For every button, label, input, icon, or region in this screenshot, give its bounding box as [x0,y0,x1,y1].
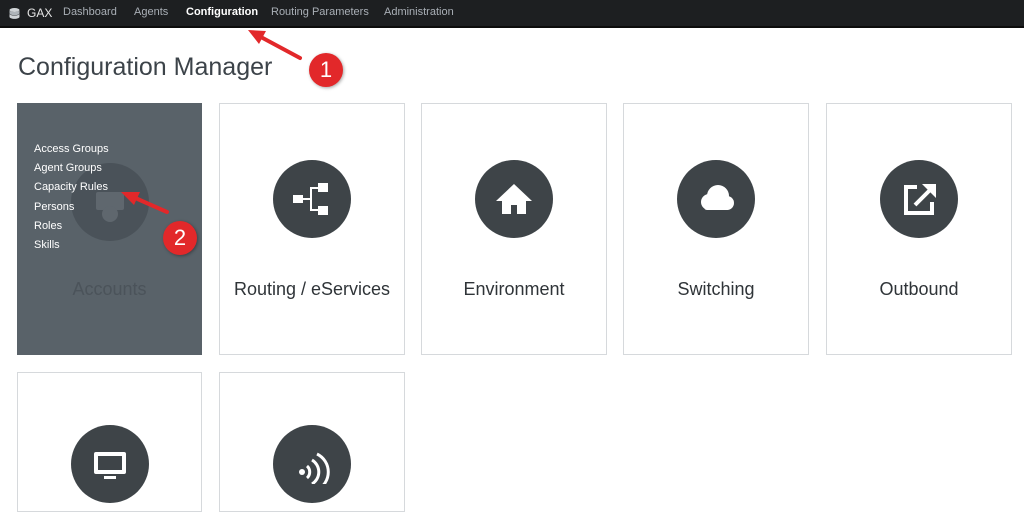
callout-badge-1: 1 [309,53,343,87]
annotation-arrows [121,30,302,214]
callout-badge-2: 2 [163,221,197,255]
